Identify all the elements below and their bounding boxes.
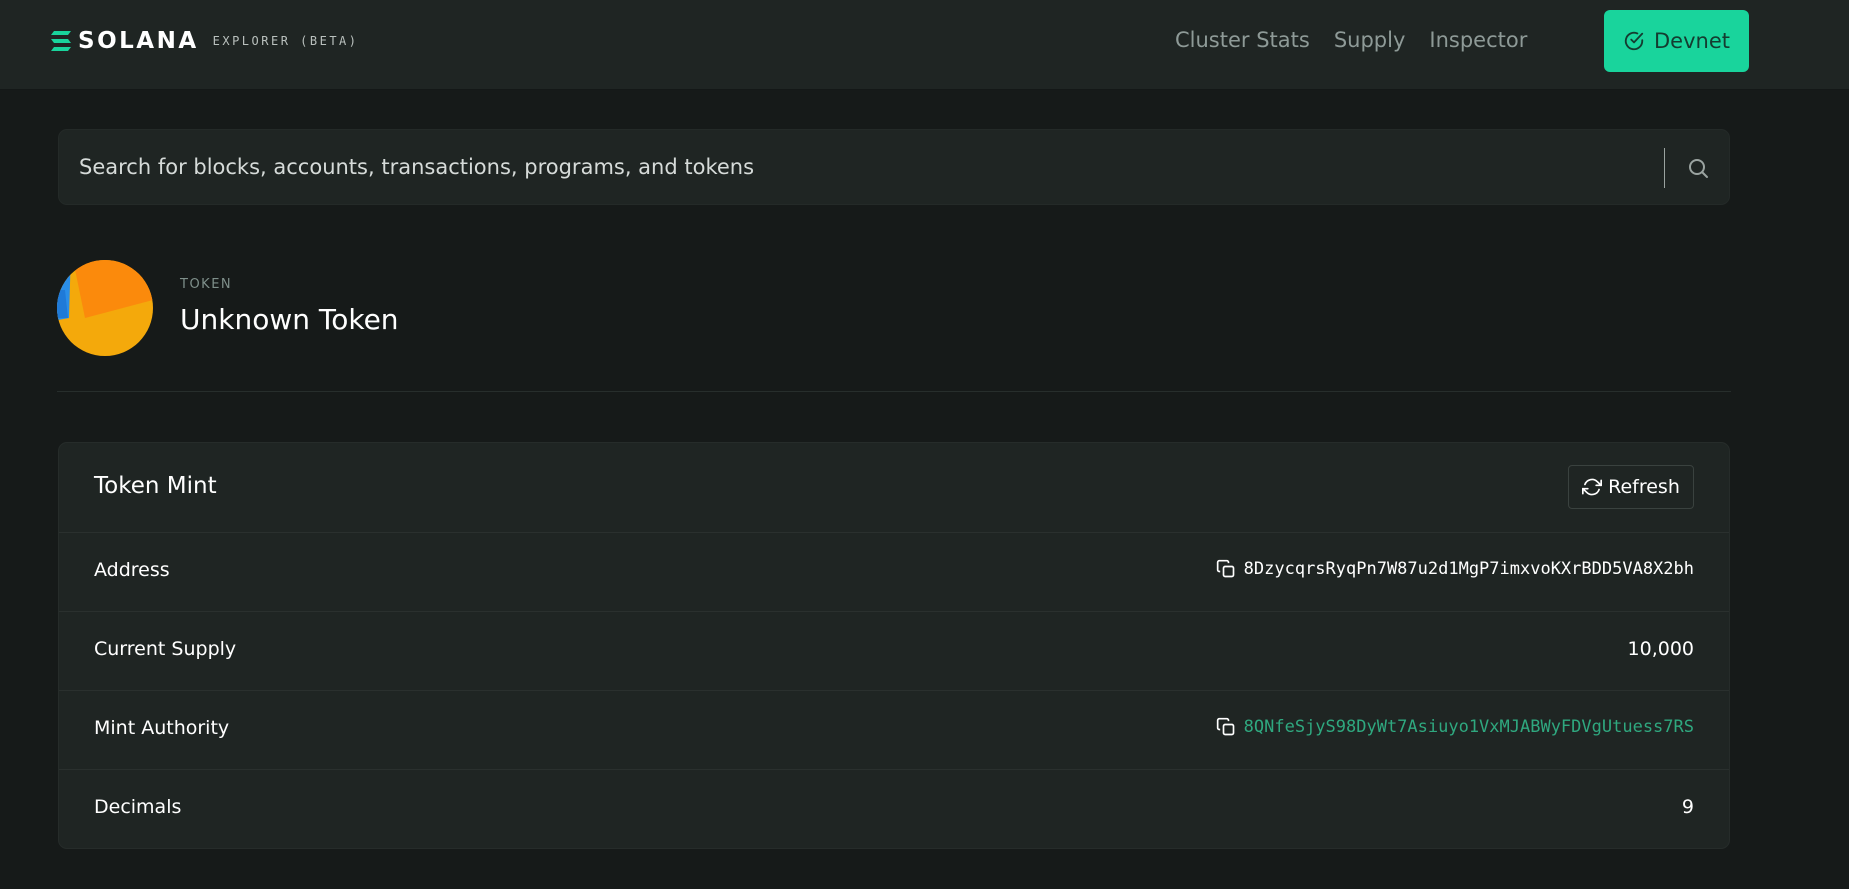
search-icon[interactable] bbox=[1686, 156, 1710, 180]
row-value: 9 bbox=[1682, 796, 1694, 818]
brand-name: SOLANA bbox=[78, 28, 199, 54]
card-title: Token Mint bbox=[94, 473, 217, 499]
token-mint-card: Token Mint Refresh Address 8DzycqrsRyqPn… bbox=[58, 442, 1730, 849]
cluster-select-button[interactable]: Devnet bbox=[1604, 10, 1749, 72]
nav-link-cluster-stats[interactable]: Cluster Stats bbox=[1175, 25, 1310, 55]
card-header: Token Mint Refresh bbox=[59, 443, 1729, 533]
solana-logo[interactable]: SOLANA EXPLORER (BETA) bbox=[51, 29, 359, 53]
nav-links: Cluster Stats Supply Inspector bbox=[1175, 25, 1551, 55]
token-name: Unknown Token bbox=[180, 303, 399, 336]
row-current-supply: Current Supply 10,000 bbox=[59, 612, 1729, 691]
header-divider bbox=[57, 391, 1731, 392]
row-value: 10,000 bbox=[1628, 638, 1694, 660]
row-decimals: Decimals 9 bbox=[59, 770, 1729, 848]
brand-subtitle: EXPLORER (BETA) bbox=[212, 34, 359, 48]
nav-link-supply[interactable]: Supply bbox=[1334, 25, 1406, 55]
solana-logo-icon bbox=[51, 31, 71, 51]
refresh-button[interactable]: Refresh bbox=[1568, 465, 1694, 509]
token-identicon-avatar bbox=[57, 260, 153, 356]
row-value: 8QNfeSjyS98DyWt7Asiuyo1VxMJABWyFDVgUtues… bbox=[1216, 717, 1694, 737]
refresh-label: Refresh bbox=[1608, 476, 1680, 498]
row-label: Current Supply bbox=[94, 638, 237, 660]
row-label: Decimals bbox=[94, 796, 182, 818]
row-label: Address bbox=[94, 559, 170, 581]
search-bar bbox=[58, 129, 1730, 205]
row-value: 8DzycqrsRyqPn7W87u2d1MgP7imxvoKXrBDD5VA8… bbox=[1216, 559, 1694, 579]
copy-icon[interactable] bbox=[1216, 717, 1236, 737]
search-input[interactable] bbox=[79, 130, 1659, 204]
current-supply-value: 10,000 bbox=[1627, 638, 1694, 660]
top-navbar: SOLANA EXPLORER (BETA) Cluster Stats Sup… bbox=[0, 0, 1849, 90]
mint-authority-link[interactable]: 8QNfeSjyS98DyWt7Asiuyo1VxMJABWyFDVgUtues… bbox=[1244, 717, 1694, 737]
cluster-label: Devnet bbox=[1654, 29, 1730, 53]
row-address: Address 8DzycqrsRyqPn7W87u2d1MgP7imxvoKX… bbox=[59, 533, 1729, 612]
copy-icon[interactable] bbox=[1216, 559, 1236, 579]
refresh-icon bbox=[1582, 478, 1603, 496]
search-divider bbox=[1664, 148, 1665, 188]
address-value: 8DzycqrsRyqPn7W87u2d1MgP7imxvoKXrBDD5VA8… bbox=[1243, 559, 1694, 579]
row-label: Mint Authority bbox=[94, 717, 230, 739]
nav-link-inspector[interactable]: Inspector bbox=[1429, 25, 1527, 55]
row-mint-authority: Mint Authority 8QNfeSjyS98DyWt7Asiuyo1Vx… bbox=[59, 691, 1729, 770]
decimals-value: 9 bbox=[1681, 796, 1694, 818]
token-type-label: TOKEN bbox=[180, 277, 233, 292]
check-circle-icon bbox=[1624, 31, 1644, 51]
